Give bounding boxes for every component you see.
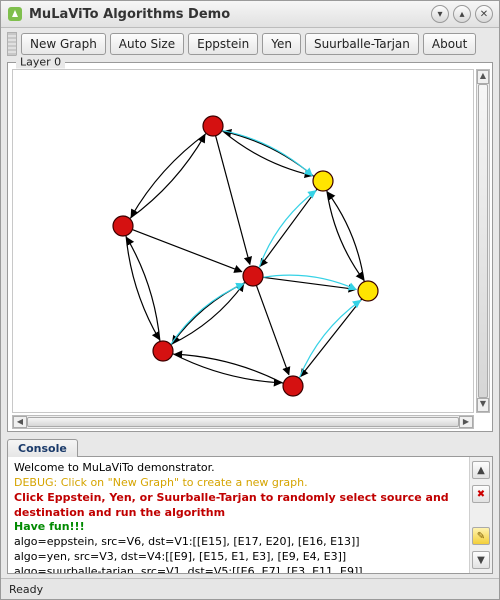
- graph-node[interactable]: [243, 266, 263, 286]
- graph-edge[interactable]: [172, 282, 245, 343]
- scroll-left-icon[interactable]: ◀: [13, 416, 27, 428]
- console-scroll-down-icon[interactable]: ▼: [472, 551, 490, 569]
- graph-node[interactable]: [358, 281, 378, 301]
- graph-edge-highlight[interactable]: [171, 284, 244, 345]
- graph-edge[interactable]: [327, 190, 364, 280]
- suurballe-tarjan-button[interactable]: Suurballe-Tarjan: [305, 33, 419, 55]
- graph-node[interactable]: [313, 171, 333, 191]
- eppstein-button[interactable]: Eppstein: [188, 33, 258, 55]
- about-button[interactable]: About: [423, 33, 476, 55]
- console-tabbar: Console: [7, 436, 493, 456]
- graph-edge[interactable]: [224, 131, 314, 176]
- graph-edge[interactable]: [127, 237, 160, 341]
- toolbar: New Graph Auto Size Eppstein Yen Suurbal…: [1, 28, 499, 60]
- graph-pane: Layer 0 ▲: [7, 62, 493, 432]
- window-buttons: ▾ ▴ ✕: [431, 5, 493, 23]
- console-clear-button[interactable]: ✖: [472, 485, 490, 503]
- graph-node[interactable]: [113, 216, 133, 236]
- graph-edge[interactable]: [132, 230, 241, 272]
- content-area: Layer 0 ▲: [1, 60, 499, 578]
- graph-scrollbar-vertical[interactable]: ▲ ▼: [476, 69, 490, 413]
- console-line: Click Eppstein, Yen, or Suurballe-Tarjan…: [14, 491, 463, 521]
- console-line: DEBUG: Click on "New Graph" to create a …: [14, 476, 463, 491]
- layer-label: Layer 0: [16, 56, 65, 69]
- graph-edge[interactable]: [256, 285, 288, 374]
- graph-edge[interactable]: [126, 236, 159, 340]
- graph-edge[interactable]: [260, 189, 317, 266]
- minimize-button[interactable]: ▾: [431, 5, 449, 23]
- console-tool-button[interactable]: ✎: [472, 527, 490, 545]
- console-tab[interactable]: Console: [7, 439, 78, 457]
- console-line: algo=eppstein, src=V6, dst=V1:[[E15], [E…: [14, 535, 463, 550]
- maximize-button[interactable]: ▴: [453, 5, 471, 23]
- graph-edge[interactable]: [173, 354, 282, 383]
- graph-edge[interactable]: [222, 130, 312, 175]
- auto-size-button[interactable]: Auto Size: [110, 33, 184, 55]
- graph-edge[interactable]: [131, 133, 206, 217]
- graph-node[interactable]: [203, 116, 223, 136]
- console-line: Welcome to MuLaViTo demonstrator.: [14, 461, 463, 476]
- status-text: Ready: [9, 583, 43, 596]
- graph-viewport[interactable]: [12, 69, 474, 413]
- console-side-toolbar: ▲ ✖ ✎ ▼: [469, 457, 492, 573]
- graph-edge[interactable]: [171, 284, 244, 345]
- scroll-right-icon[interactable]: ▶: [459, 416, 473, 428]
- graph-node[interactable]: [153, 341, 173, 361]
- graph-edge[interactable]: [328, 192, 365, 282]
- console-line: Have fun!!!: [14, 520, 463, 535]
- title-bar: MuLaViTo Algorithms Demo ▾ ▴ ✕: [1, 1, 499, 28]
- console-line: algo=yen, src=V3, dst=V4:[[E9], [E15, E1…: [14, 550, 463, 565]
- console-body: Welcome to MuLaViTo demonstrator.DEBUG: …: [7, 456, 493, 574]
- app-icon: [7, 6, 23, 22]
- console-scroll-up-icon[interactable]: ▲: [472, 461, 490, 479]
- status-bar: Ready: [1, 578, 499, 599]
- console-text[interactable]: Welcome to MuLaViTo demonstrator.DEBUG: …: [8, 457, 469, 573]
- graph-edge[interactable]: [216, 136, 250, 265]
- yen-button[interactable]: Yen: [262, 33, 301, 55]
- scroll-down-icon[interactable]: ▼: [477, 398, 489, 412]
- graph-edge-highlight[interactable]: [222, 130, 312, 175]
- toolbar-handle[interactable]: [7, 32, 17, 56]
- graph-canvas[interactable]: [13, 70, 473, 412]
- graph-edge[interactable]: [130, 135, 205, 219]
- graph-edge[interactable]: [175, 354, 284, 383]
- graph-node[interactable]: [283, 376, 303, 396]
- new-graph-button[interactable]: New Graph: [21, 33, 106, 55]
- console-pane: Console Welcome to MuLaViTo demonstrator…: [7, 436, 493, 574]
- close-button[interactable]: ✕: [475, 5, 493, 23]
- app-window: MuLaViTo Algorithms Demo ▾ ▴ ✕ New Graph…: [0, 0, 500, 600]
- graph-edge[interactable]: [300, 299, 361, 377]
- graph-scrollbar-horizontal[interactable]: ◀ ▶: [12, 415, 474, 429]
- window-title: MuLaViTo Algorithms Demo: [29, 7, 425, 22]
- console-line: algo=suurballe-tarjan, src=V1, dst=V5:[[…: [14, 565, 463, 573]
- scroll-up-icon[interactable]: ▲: [477, 70, 489, 84]
